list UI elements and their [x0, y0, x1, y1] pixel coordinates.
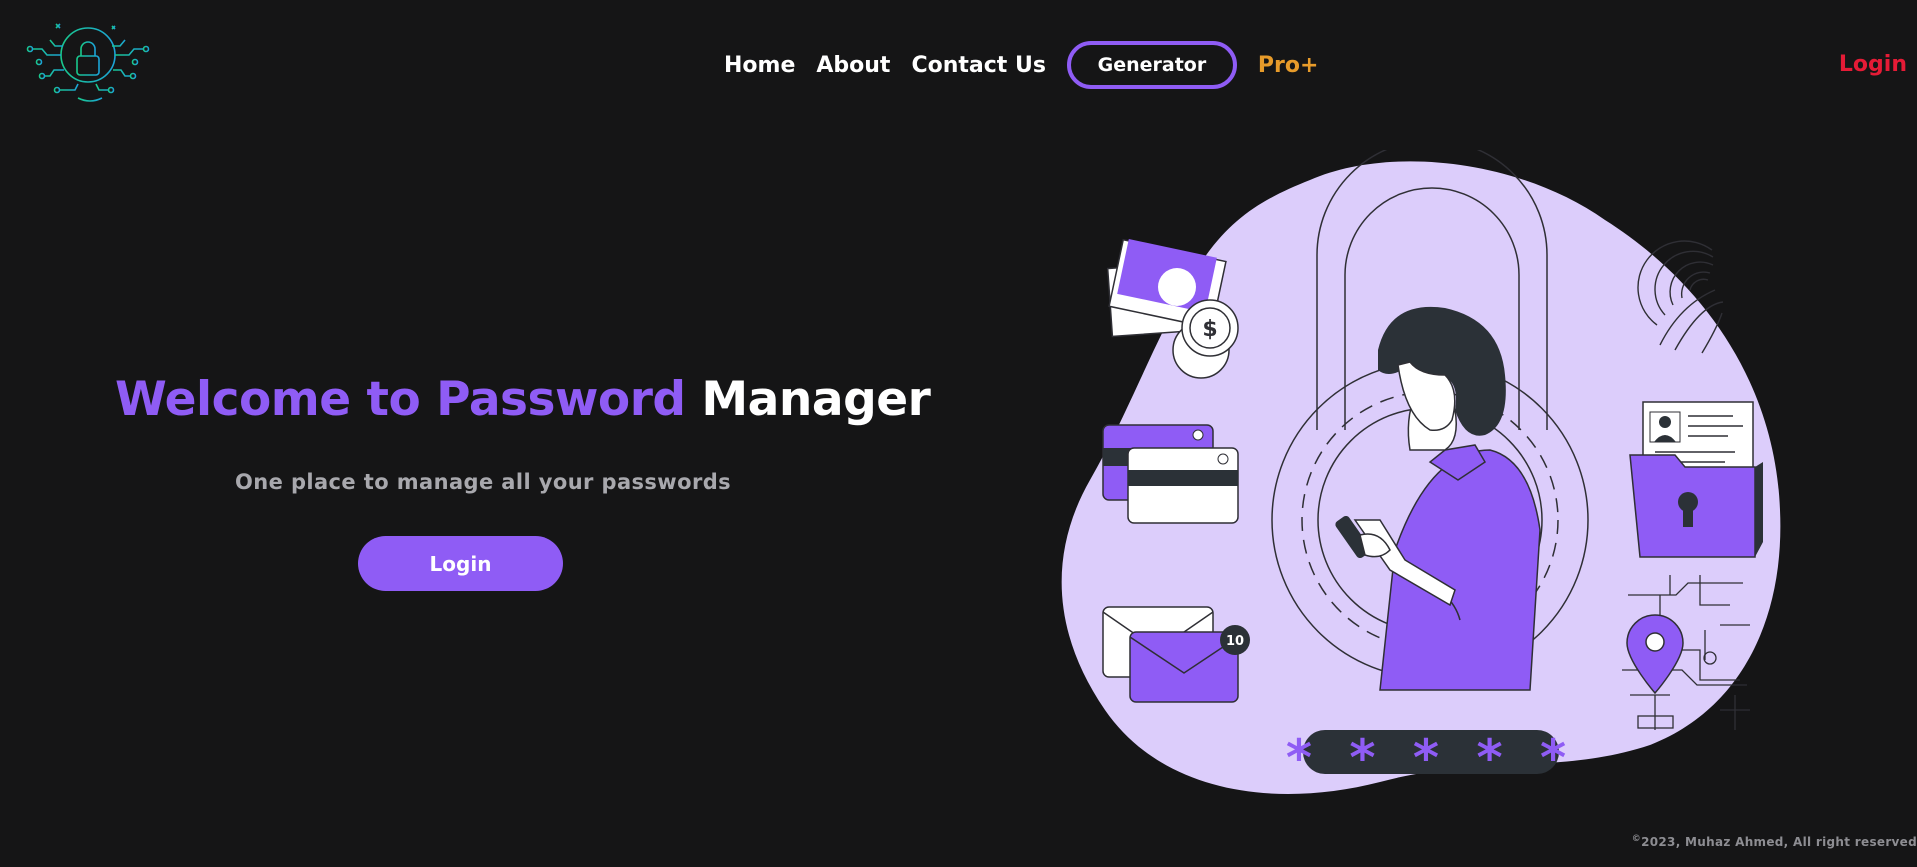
hero-title: Welcome to Password Manager	[115, 372, 931, 427]
nav-generator-button[interactable]: Generator	[1066, 41, 1237, 89]
hero-title-accent: Welcome to Password	[115, 372, 686, 427]
password-security-illustration: $ 10 * * * * *	[1061, 150, 1781, 794]
main-nav: Home About Contact Us Generator Pro+	[724, 40, 1318, 90]
nav-about-link[interactable]: About	[816, 53, 890, 78]
nav-contact-link[interactable]: Contact Us	[911, 53, 1045, 78]
hero-login-button[interactable]: Login	[358, 536, 563, 591]
password-field-icon: * * * * *	[1286, 729, 1576, 787]
locked-folder-icon	[1629, 454, 1763, 558]
password-mask: * * * * *	[1286, 729, 1576, 787]
copyright-symbol: ©	[1631, 834, 1642, 844]
badge-count: 10	[1226, 634, 1244, 649]
hero-subtitle: One place to manage all your passwords	[235, 470, 732, 494]
nav-login-link[interactable]: Login	[1839, 52, 1907, 77]
footer-text: 2023, Muhaz Ahmed, All right reserved	[1641, 835, 1917, 849]
footer-copyright: ©2023, Muhaz Ahmed, All right reserved	[1632, 834, 1917, 849]
hero-title-plain: Manager	[701, 372, 931, 427]
nav-home-link[interactable]: Home	[724, 53, 795, 78]
nav-pro-link[interactable]: Pro+	[1258, 53, 1319, 78]
circuit-padlock-logo-icon[interactable]	[20, 18, 154, 104]
svg-text:$: $	[1202, 317, 1217, 342]
